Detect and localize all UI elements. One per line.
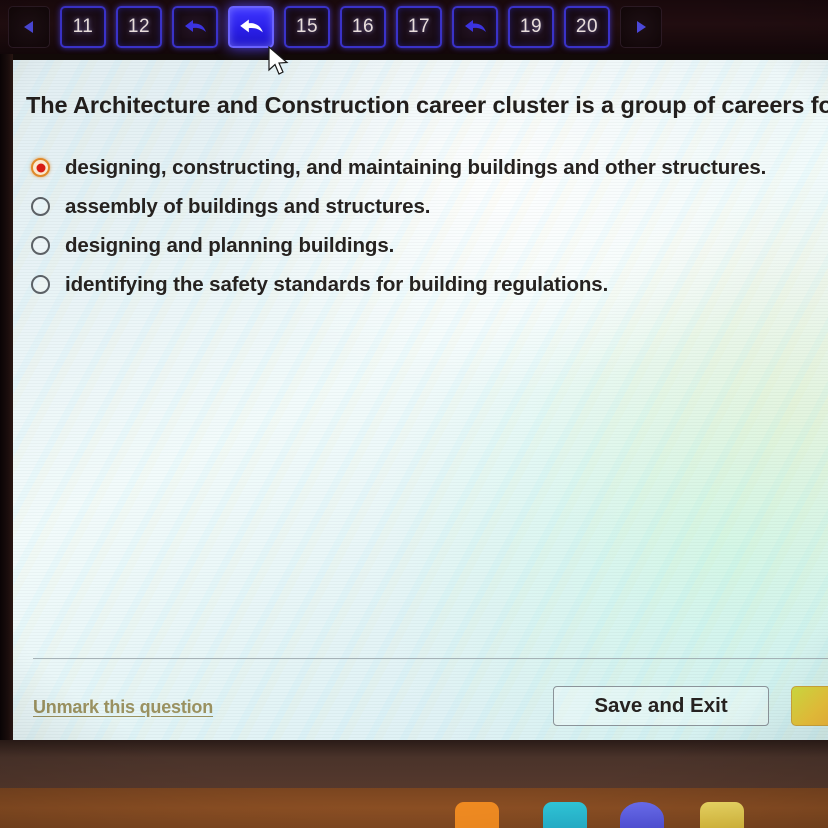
next-question-button[interactable] [791, 686, 828, 726]
nav-question-11-button[interactable]: 11 [60, 6, 106, 48]
quiz-screen: The Architecture and Construction career… [13, 60, 828, 744]
nav-question-18-flagged-button[interactable] [452, 6, 498, 48]
monitor-bezel-bottom [0, 740, 828, 790]
monitor-bezel-left [0, 54, 13, 744]
nav-question-label: 17 [407, 16, 431, 37]
nav-question-14-current-button[interactable] [228, 6, 274, 48]
answer-options-list: designing, constructing, and maintaining… [31, 148, 771, 304]
desk-surface [0, 788, 828, 828]
nav-next-button[interactable] [620, 6, 662, 48]
unmark-this-question-link[interactable]: Unmark this question [33, 697, 213, 718]
radio-button[interactable] [31, 236, 50, 255]
nav-question-label: 20 [575, 16, 599, 37]
nav-question-label: 12 [127, 16, 151, 37]
quiz-footer: Unmark this question Save and Exit [13, 672, 828, 744]
answer-option-label: identifying the safety standards for bui… [65, 272, 609, 296]
radio-button[interactable] [31, 197, 50, 216]
flag-bookmark-icon [237, 16, 265, 38]
answer-option-1[interactable]: designing, constructing, and maintaining… [31, 148, 771, 187]
answer-option-2[interactable]: assembly of buildings and structures. [31, 187, 771, 226]
nav-question-label: 16 [351, 16, 375, 37]
answer-option-label: designing and planning buildings. [65, 233, 395, 257]
nav-question-15-button[interactable]: 15 [284, 6, 330, 48]
save-and-exit-button[interactable]: Save and Exit [553, 686, 769, 726]
nav-question-13-flagged-button[interactable] [172, 6, 218, 48]
question-navigation-bar: 11 12 15 16 17 19 20 [0, 0, 828, 54]
answer-option-label: designing, constructing, and maintaining… [65, 155, 767, 179]
orange-app-icon[interactable] [455, 802, 499, 828]
nav-question-17-button[interactable]: 17 [396, 6, 442, 48]
footer-divider [33, 658, 828, 659]
nav-question-label: 15 [295, 16, 319, 37]
save-and-exit-label: Save and Exit [594, 694, 728, 717]
question-prompt: The Architecture and Construction career… [26, 92, 828, 118]
answer-option-4[interactable]: identifying the safety standards for bui… [31, 265, 771, 304]
radio-button-selected[interactable] [31, 158, 50, 177]
nav-question-16-button[interactable]: 16 [340, 6, 386, 48]
blue-app-icon[interactable] [620, 802, 664, 828]
nav-question-20-button[interactable]: 20 [564, 6, 610, 48]
taskbar-icons [0, 794, 828, 828]
right-arrow-icon [635, 20, 647, 34]
nav-prev-button[interactable] [8, 6, 50, 48]
flag-bookmark-icon [182, 17, 208, 37]
answer-option-3[interactable]: designing and planning buildings. [31, 226, 771, 265]
left-arrow-icon [23, 20, 35, 34]
yellow-app-icon[interactable] [700, 802, 744, 828]
nav-question-12-button[interactable]: 12 [116, 6, 162, 48]
flag-bookmark-icon [462, 17, 488, 37]
teal-app-icon[interactable] [543, 802, 587, 828]
nav-question-label: 19 [519, 16, 543, 37]
nav-question-label: 11 [72, 16, 94, 37]
nav-question-19-button[interactable]: 19 [508, 6, 554, 48]
radio-button[interactable] [31, 275, 50, 294]
answer-option-label: assembly of buildings and structures. [65, 194, 431, 218]
monitor-photo: 11 12 15 16 17 19 20 The Architecture an… [0, 0, 828, 828]
